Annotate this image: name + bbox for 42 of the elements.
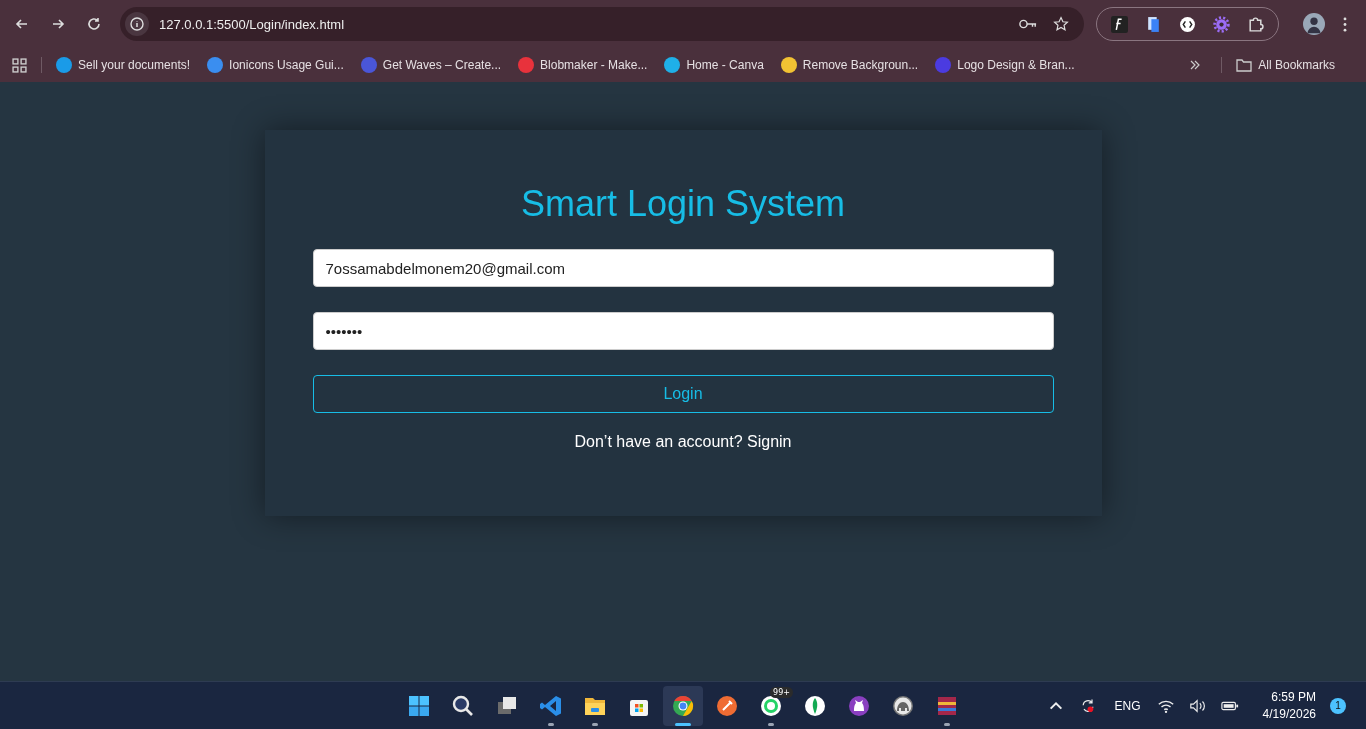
font-icon[interactable] bbox=[1111, 15, 1128, 33]
windows-icon bbox=[407, 693, 431, 718]
speaker-icon[interactable] bbox=[1188, 697, 1207, 714]
password-field[interactable]: ••••••• bbox=[312, 312, 1054, 350]
leaf-icon bbox=[803, 693, 827, 718]
menu-icon[interactable] bbox=[1343, 16, 1347, 32]
url-text: 127.0.0.1:5500/Login/index.html bbox=[159, 16, 345, 32]
avatar-icon[interactable] bbox=[1303, 13, 1325, 35]
code-icon[interactable] bbox=[1179, 15, 1196, 33]
document-icon[interactable] bbox=[1145, 15, 1162, 33]
gear-icon[interactable] bbox=[1213, 15, 1230, 33]
date-text: 4/19/2026 bbox=[1262, 707, 1316, 721]
time-text: 6:59 PM bbox=[1271, 690, 1316, 704]
bookmark[interactable]: Home - Canva bbox=[664, 57, 764, 73]
login-button[interactable]: Login bbox=[312, 375, 1054, 413]
bookmark[interactable]: Remove Backgroun... bbox=[780, 57, 919, 73]
info-icon[interactable] bbox=[125, 12, 149, 36]
apps-icon[interactable] bbox=[12, 57, 27, 73]
search-icon bbox=[451, 693, 475, 718]
page-title: Smart Login System bbox=[520, 182, 846, 226]
reload-icon[interactable] bbox=[86, 16, 102, 32]
bookmark[interactable]: Blobmaker - Make... bbox=[518, 57, 648, 73]
bookmark[interactable]: Logo Design & Bran... bbox=[935, 57, 1075, 73]
all-bookmarks-link[interactable]: All Bookmarks bbox=[1236, 57, 1335, 73]
chevron-icon[interactable] bbox=[1189, 59, 1202, 71]
email-field[interactable]: 7ossamabdelmonem20@gmail.com bbox=[312, 249, 1054, 287]
browser-icon bbox=[671, 693, 695, 718]
notification-badge[interactable]: 1 bbox=[1330, 697, 1346, 714]
unread-badge: 99+ bbox=[770, 686, 793, 698]
bookmark[interactable]: Get Waves – Create... bbox=[360, 57, 502, 73]
language-indicator[interactable]: ENG bbox=[1114, 698, 1141, 713]
star-icon[interactable] bbox=[1052, 16, 1070, 32]
puzzle-icon[interactable] bbox=[1247, 15, 1264, 33]
code-editor-icon bbox=[539, 693, 563, 718]
whatsapp-taskbar-button[interactable]: 99+ bbox=[751, 685, 791, 726]
bookmark[interactable]: Ionicons Usage Gui... bbox=[207, 57, 344, 73]
chrome-taskbar-button[interactable] bbox=[663, 685, 703, 726]
signup-prompt: Don’t have an account? Signin bbox=[574, 433, 792, 451]
folder-icon bbox=[1236, 57, 1253, 73]
clock[interactable]: 6:59 PM 4/19/2026 bbox=[1262, 690, 1316, 721]
address-bar[interactable]: 127.0.0.1:5500/Login/index.html bbox=[120, 7, 1084, 41]
bookmark[interactable]: Sell your documents! bbox=[56, 57, 191, 73]
